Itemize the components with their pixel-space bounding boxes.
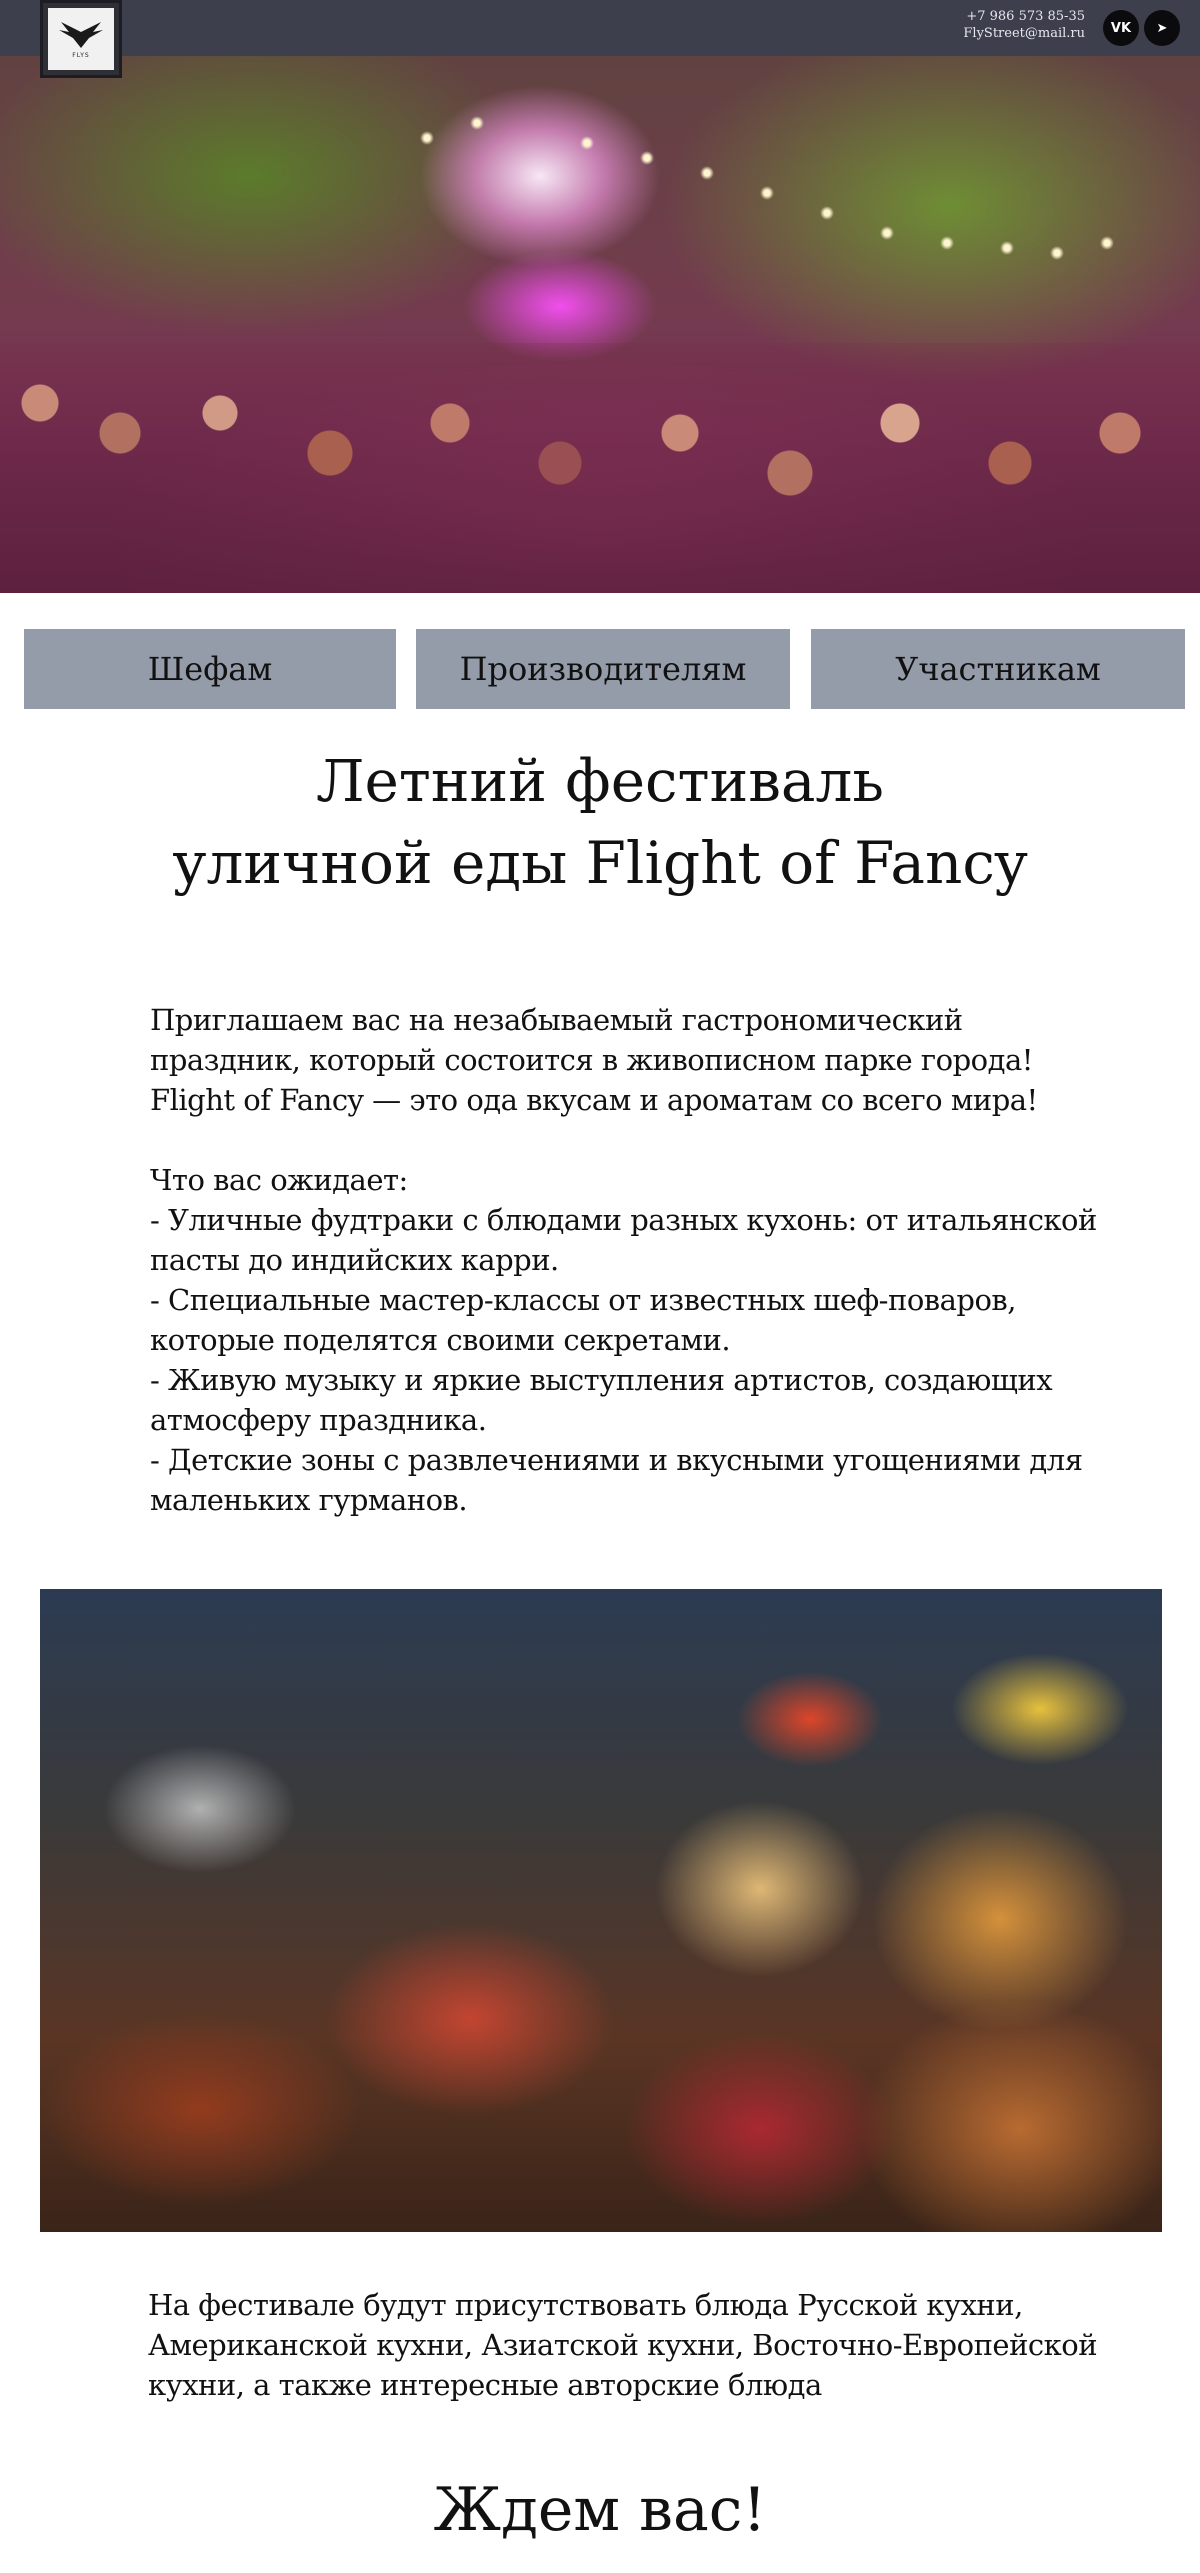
cuisines-text: На фестивале будут присутствовать блюда … [148,2288,1098,2402]
hero-image [0,56,1200,593]
logo-text: FLYS [72,51,90,59]
nav-participants-button[interactable]: Участникам [811,629,1185,709]
top-bar: +7 986 573 85-35 FlyStreet@mail.ru VK ➤ [0,0,1200,56]
phone-number[interactable]: +7 986 573 85-35 [963,8,1085,25]
vk-icon[interactable]: VK [1103,10,1139,46]
telegram-label: ➤ [1156,20,1168,36]
page-title: Летний фестиваль уличной еды Flight of F… [172,747,1028,897]
email-address[interactable]: FlyStreet@mail.ru [963,25,1085,42]
vk-label: VK [1110,20,1132,36]
nav-producers-button[interactable]: Производителям [416,629,790,709]
logo[interactable]: FLYS [40,0,122,78]
contacts: +7 986 573 85-35 FlyStreet@mail.ru [963,8,1085,42]
nav-chefs-button[interactable]: Шефам [24,629,396,709]
bird-icon [59,21,103,48]
logo-mark: FLYS [48,8,114,70]
food-image [40,1589,1162,2232]
telegram-icon[interactable]: ➤ [1144,10,1180,46]
crowd [0,343,1200,593]
intro-text: Приглашаем вас на незабываемый гастроном… [150,1003,1097,1517]
closing-heading: Ждем вас! [433,2475,767,2545]
